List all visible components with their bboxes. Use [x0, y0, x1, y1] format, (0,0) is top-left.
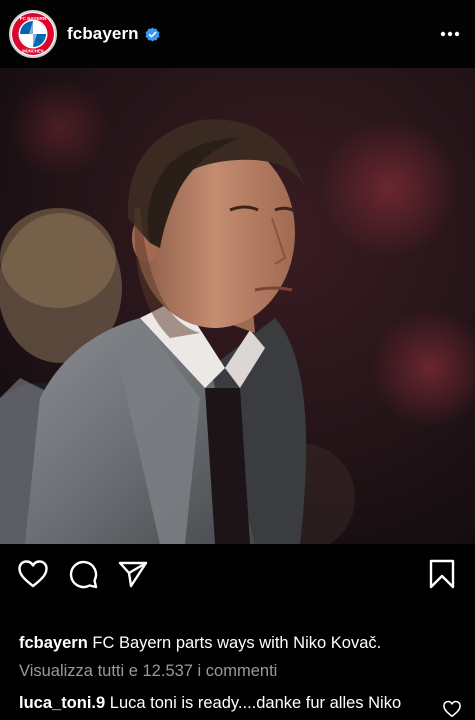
- comment-icon: [69, 560, 98, 589]
- comment-like-icon[interactable]: [443, 700, 461, 718]
- save-button[interactable]: [427, 559, 457, 589]
- caption-text: FC Bayern parts ways with Niko Kovač.: [92, 634, 382, 652]
- avatar-text-bottom: MÜNCHEN: [22, 48, 43, 53]
- more-options-icon: [440, 31, 460, 37]
- send-icon: [118, 561, 148, 588]
- like-button[interactable]: [18, 559, 48, 589]
- instagram-post: FC BAYERN MÜNCHEN fcbayern fcbayern FC B…: [0, 0, 475, 720]
- comment-text: Luca toni is ready....danke fur alles Ni…: [109, 694, 402, 712]
- comment-button[interactable]: [68, 559, 98, 589]
- verified-badge-icon: [145, 26, 160, 42]
- bookmark-icon: [429, 559, 455, 589]
- header-username[interactable]: fcbayern: [67, 24, 139, 44]
- post-header: FC BAYERN MÜNCHEN fcbayern: [0, 0, 475, 68]
- comment-item: luca_toni.9 Luca toni is ready....danke …: [19, 692, 439, 714]
- comment-username[interactable]: luca_toni.9: [19, 694, 105, 712]
- share-button[interactable]: [118, 559, 148, 589]
- post-caption: fcbayern FC Bayern parts ways with Niko …: [19, 632, 464, 654]
- heart-icon: [18, 560, 48, 588]
- fc-bayern-logo-icon: FC BAYERN MÜNCHEN: [12, 13, 54, 55]
- caption-username[interactable]: fcbayern: [19, 634, 88, 652]
- coach-portrait-photo: [0, 68, 475, 544]
- view-all-comments-link[interactable]: Visualizza tutti e 12.537 i commenti: [19, 662, 277, 681]
- post-photo[interactable]: [0, 68, 475, 544]
- username-wrap: fcbayern: [67, 24, 435, 44]
- avatar[interactable]: FC BAYERN MÜNCHEN: [9, 10, 57, 58]
- avatar-text-top: FC BAYERN: [20, 16, 47, 21]
- action-bar: [0, 544, 475, 604]
- more-options-button[interactable]: [435, 19, 465, 49]
